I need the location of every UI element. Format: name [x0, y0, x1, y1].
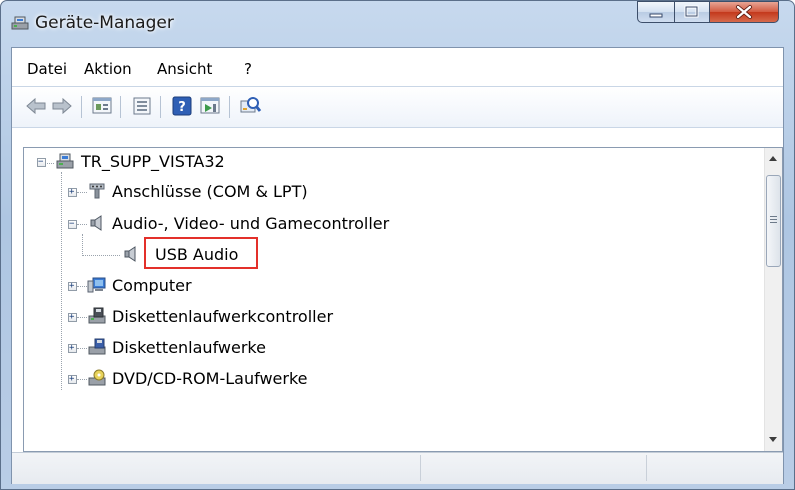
expand-toggle[interactable]: +	[68, 313, 77, 322]
expand-toggle[interactable]: +	[68, 282, 77, 291]
tree-item[interactable]: + Anschlüsse (COM & LPT)	[24, 181, 524, 203]
status-bar	[12, 452, 783, 484]
dvd-drive-icon	[88, 369, 106, 386]
svg-text:?: ?	[178, 100, 186, 115]
collapse-toggle[interactable]: −	[37, 158, 46, 167]
expand-toggle[interactable]: +	[68, 188, 77, 197]
status-cell	[12, 455, 421, 481]
device-tree[interactable]: − TR_SUPP_VISTA32 + Anschlüsse (COM & LP…	[23, 147, 783, 452]
close-icon	[736, 5, 752, 19]
toolbar-separator	[120, 96, 121, 118]
tree-root-label: TR_SUPP_VISTA32	[81, 152, 225, 171]
tree-item-label: Computer	[112, 276, 192, 295]
toolbar-separator	[229, 96, 230, 118]
device-manager-window: Geräte-Manager Datei Aktion Ansicht ? ? …	[0, 0, 795, 490]
tree-root-row[interactable]: − TR_SUPP_VISTA32	[24, 152, 424, 174]
computer-tree-icon	[56, 153, 74, 169]
toolbar: ?	[12, 87, 783, 128]
tree-item[interactable]: + Diskettenlaufwerkcontroller	[24, 306, 524, 328]
tree-child-item[interactable]: USB Audio	[24, 237, 324, 269]
menu-help[interactable]: ?	[244, 60, 252, 78]
title-bar[interactable]: Geräte-Manager	[1, 1, 794, 47]
status-cell	[421, 455, 647, 481]
tree-item-label: Anschlüsse (COM & LPT)	[112, 182, 308, 201]
speaker-icon	[90, 215, 102, 231]
grip-icon	[770, 216, 777, 223]
device-manager-icon	[11, 16, 29, 30]
properties-icon[interactable]	[90, 95, 114, 117]
forward-icon[interactable]	[50, 95, 74, 117]
help-icon[interactable]: ?	[170, 95, 194, 117]
computer-icon	[87, 277, 106, 293]
scroll-down-icon[interactable]	[768, 436, 778, 444]
toolbar-separator	[160, 96, 161, 118]
port-icon	[89, 183, 105, 199]
expand-toggle[interactable]: +	[68, 344, 77, 353]
tree-item-label: Diskettenlaufwerke	[112, 338, 266, 357]
speaker-icon	[124, 246, 136, 262]
menu-datei[interactable]: Datei	[27, 60, 67, 78]
tree-item-label: USB Audio	[155, 245, 239, 264]
scan-hardware-icon[interactable]	[238, 95, 262, 117]
maximize-button[interactable]	[674, 1, 710, 23]
expand-toggle[interactable]: +	[68, 375, 77, 384]
tree-item-label: Audio-, Video- und Gamecontroller	[112, 214, 390, 233]
toolbar-separator	[81, 96, 82, 118]
close-button[interactable]	[709, 1, 779, 23]
client-area: Datei Aktion Ansicht ? ? − TR_SUPP_VISTA…	[11, 47, 784, 484]
scrollbar-thumb[interactable]	[766, 175, 781, 267]
tree-item[interactable]: + Computer	[24, 275, 524, 297]
tree-item[interactable]: + Diskettenlaufwerke	[24, 337, 524, 359]
maximize-icon	[684, 5, 699, 18]
minimize-button[interactable]	[637, 1, 675, 23]
menu-bar: Datei Aktion Ansicht ?	[12, 48, 783, 87]
status-cell	[647, 455, 781, 481]
update-driver-icon[interactable]	[198, 95, 222, 117]
menu-ansicht[interactable]: Ansicht	[157, 60, 212, 78]
show-hide-icon[interactable]	[130, 95, 154, 117]
menu-aktion[interactable]: Aktion	[84, 60, 132, 78]
window-title: Geräte-Manager	[35, 13, 174, 33]
tree-item[interactable]: − Audio-, Video- und Gamecontroller	[24, 213, 524, 235]
scroll-up-icon[interactable]	[768, 154, 778, 162]
tree-item-label: Diskettenlaufwerkcontroller	[112, 307, 334, 326]
minimize-icon	[649, 13, 663, 18]
disk-controller-icon	[88, 307, 106, 324]
tree-item[interactable]: + DVD/CD-ROM-Laufwerke	[24, 368, 524, 390]
tree-item-label: DVD/CD-ROM-Laufwerke	[112, 369, 308, 388]
collapse-toggle[interactable]: −	[68, 220, 77, 229]
back-icon[interactable]	[24, 95, 48, 117]
vertical-scrollbar[interactable]	[764, 148, 782, 451]
floppy-drive-icon	[88, 338, 106, 355]
